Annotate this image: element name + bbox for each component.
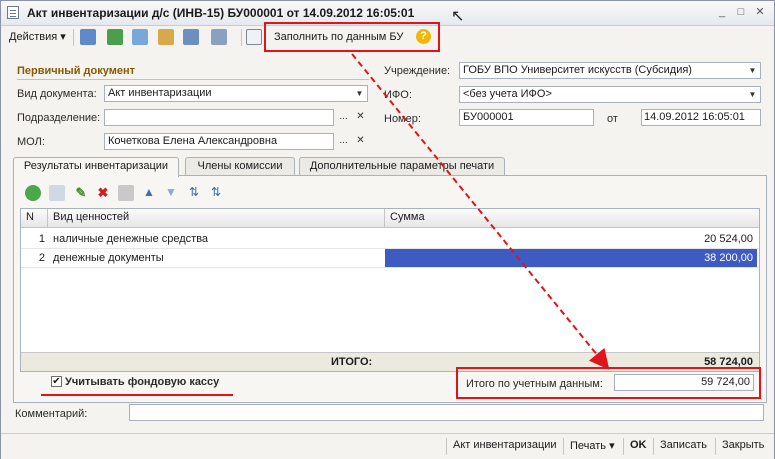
edit-icon[interactable]: ✎ xyxy=(73,185,89,201)
refresh-icon[interactable] xyxy=(107,29,123,45)
highlight-underline xyxy=(41,394,233,396)
tab-inventory-results[interactable]: Результаты инвентаризации xyxy=(13,157,179,177)
close-icon[interactable]: ✕ xyxy=(754,7,766,18)
date-field[interactable]: 14.09.2012 16:05:01 xyxy=(641,109,761,126)
chevron-down-icon[interactable]: ▼ xyxy=(745,63,760,78)
comment-label: Комментарий: xyxy=(15,408,88,420)
division-field[interactable] xyxy=(104,109,334,126)
column-kind-header[interactable]: Вид ценностей xyxy=(53,211,129,223)
structure-icon[interactable] xyxy=(183,29,199,45)
end-edit-icon[interactable] xyxy=(118,185,134,201)
column-n-header[interactable]: N xyxy=(26,211,34,223)
institution-label: Учреждение: xyxy=(384,65,451,77)
settings-icon[interactable] xyxy=(211,29,227,45)
print-button[interactable]: Печать ▾ xyxy=(570,439,615,452)
select-button[interactable]: ... xyxy=(336,109,351,126)
fund-cash-label[interactable]: Учитывать фондовую кассу xyxy=(65,376,219,388)
clear-icon[interactable]: ✕ xyxy=(353,133,368,150)
table-header: N Вид ценностей Сумма xyxy=(21,209,759,228)
post-icon[interactable] xyxy=(80,29,96,45)
ifo-field[interactable]: <без учета ИФО> ▼ xyxy=(459,86,761,103)
sort-desc-icon[interactable]: ⇅ xyxy=(208,185,224,201)
based-on-icon[interactable] xyxy=(158,29,174,45)
close-button[interactable]: Закрыть xyxy=(722,439,764,451)
highlight-accounting-total xyxy=(456,367,761,399)
sort-asc-icon[interactable]: ⇅ xyxy=(186,185,202,201)
chevron-down-icon[interactable]: ▼ xyxy=(745,87,760,102)
tab-commission-members[interactable]: Члены комиссии xyxy=(185,157,295,176)
highlight-fill-button xyxy=(264,22,440,52)
mol-label: МОЛ: xyxy=(17,136,45,148)
number-field[interactable]: БУ000001 xyxy=(459,109,594,126)
doc-type-field[interactable]: Акт инвентаризации ▼ xyxy=(104,85,368,102)
column-sum-header[interactable]: Сумма xyxy=(390,211,425,223)
table-row[interactable]: 2 денежные документы 38 200,00 xyxy=(21,249,759,268)
date-label: от xyxy=(607,113,618,125)
fund-cash-checkbox[interactable]: ✔ xyxy=(51,376,62,387)
division-label: Подразделение: xyxy=(17,112,101,124)
add-row-icon[interactable] xyxy=(25,185,41,201)
total-label: ИТОГО: xyxy=(331,356,373,368)
document-icon xyxy=(7,6,19,19)
report-icon[interactable] xyxy=(246,29,262,45)
section-title: Первичный документ xyxy=(17,65,135,77)
clear-icon[interactable]: ✕ xyxy=(353,109,368,126)
copy-row-icon[interactable] xyxy=(49,185,65,201)
copy-icon[interactable] xyxy=(132,29,148,45)
ifo-label: ИФО: xyxy=(384,89,412,101)
actions-menu[interactable]: Действия ▾ xyxy=(9,29,66,45)
comment-field[interactable] xyxy=(129,404,764,421)
results-table[interactable]: N Вид ценностей Сумма 1 наличные денежны… xyxy=(20,208,760,372)
chevron-down-icon[interactable]: ▼ xyxy=(352,86,367,101)
number-label: Номер: xyxy=(384,113,421,125)
section-divider xyxy=(17,79,369,80)
status-bar: Акт инвентаризации Печать ▾ OK Записать … xyxy=(1,433,774,459)
act-button[interactable]: Акт инвентаризации xyxy=(453,439,557,451)
select-button[interactable]: ... xyxy=(336,133,351,150)
move-up-icon[interactable]: ▲ xyxy=(141,185,157,201)
mouse-cursor-icon: ↖ xyxy=(451,8,465,25)
window-title: Акт инвентаризации д/с (ИНВ-15) БУ000001… xyxy=(27,6,415,20)
ok-button[interactable]: OK xyxy=(630,439,647,451)
minimize-icon[interactable]: _ xyxy=(716,7,728,18)
tab-print-parameters[interactable]: Дополнительные параметры печати xyxy=(299,157,505,176)
institution-field[interactable]: ГОБУ ВПО Университет искусств (Субсидия)… xyxy=(459,62,761,79)
save-button[interactable]: Записать xyxy=(660,439,707,451)
doc-type-label: Вид документа: xyxy=(17,88,97,100)
delete-icon[interactable]: ✖ xyxy=(95,185,111,201)
table-row[interactable]: 1 наличные денежные средства 20 524,00 xyxy=(21,230,759,249)
mol-field[interactable]: Кочеткова Елена Александровна xyxy=(104,133,334,150)
move-down-icon[interactable]: ▼ xyxy=(163,185,179,201)
maximize-icon[interactable]: □ xyxy=(735,7,747,18)
